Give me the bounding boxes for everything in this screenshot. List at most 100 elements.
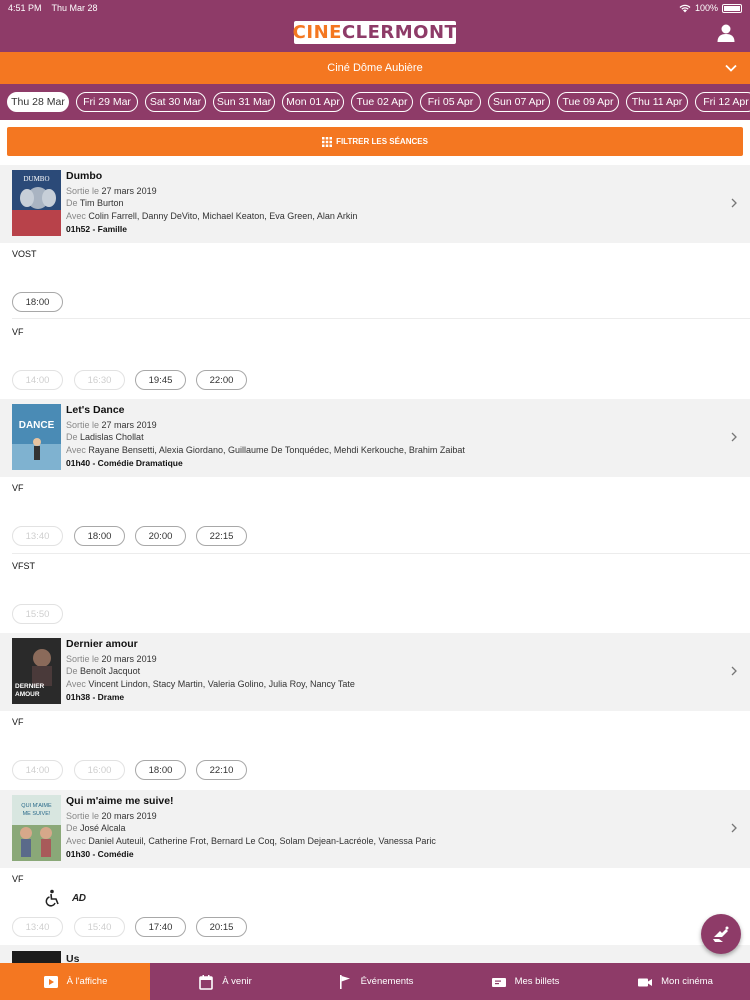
date-pill[interactable]: Fri 12 Apr [695,92,750,112]
wifi-icon [679,4,691,12]
nav-events[interactable]: Événements [300,963,450,1000]
movie-poster: DERNIER AMOUR [12,638,61,704]
movie-card[interactable]: Us [0,945,750,965]
showtime-button[interactable]: 20:15 [196,917,247,937]
showtime-button[interactable]: 19:45 [135,370,186,390]
filter-label: FILTRER LES SÉANCES [336,137,428,146]
movie-title: Qui m'aime me suive! [66,795,174,807]
movie-info: Qui m'aime me suive! Sortie le 20 mars 2… [66,795,436,859]
nav-coming-soon[interactable]: À venir [150,963,300,1000]
date-pill[interactable]: Mon 01 Apr [282,92,344,112]
showtime-button[interactable]: 18:00 [12,292,63,312]
release-date: 20 mars 2019 [101,810,157,821]
promo-fab-button[interactable] [701,914,741,954]
showtime-button: 15:50 [12,604,63,624]
filter-grid-icon [322,136,333,147]
user-account-icon[interactable] [716,23,736,43]
version-label: VFST [12,561,36,571]
camera-icon [638,978,653,986]
movie-title: Dumbo [66,170,103,182]
status-time: 4:51 PM [8,3,42,13]
calendar-icon [199,974,214,990]
ticket-hand-icon [713,926,729,942]
status-bar: 4:51 PM Thu Mar 28 100% [0,0,750,16]
showtime-button: 14:00 [12,370,63,390]
svg-text:DANCE: DANCE [19,420,55,431]
cast: Rayane Bensetti, Alexia Giordano, Guilla… [88,445,465,456]
cast: Vincent Lindon, Stacy Martin, Valeria Go… [88,679,355,690]
version-label: VOST [12,249,37,259]
cinema-selector[interactable]: Ciné Dôme Aubière [0,52,750,84]
battery-percent: 100% [694,3,718,13]
date-pill[interactable]: Tue 02 Apr [351,92,413,112]
date-pill[interactable]: Sat 30 Mar [145,92,206,112]
version-label: VF [12,717,24,727]
showtime-button[interactable]: 20:00 [135,526,186,546]
divider [12,553,750,554]
showtime-button: 16:00 [74,760,125,780]
date-pill[interactable]: Fri 29 Mar [76,92,138,112]
showtime-button[interactable]: 22:15 [196,526,247,546]
svg-text:ME SUIVE!: ME SUIVE! [23,811,51,817]
svg-text:AMOUR: AMOUR [15,691,40,698]
movie-card[interactable]: DANCE Let's Dance Sortie le 27 mars 2019… [0,399,750,477]
showtime-button[interactable]: 18:00 [74,526,125,546]
version-label: VF [12,327,24,337]
status-date: Thu Mar 28 [51,3,98,13]
wheelchair-icon [45,889,59,907]
showtime-button[interactable]: 17:40 [135,917,186,937]
battery-icon [722,3,742,13]
movie-info: Dernier amour Sortie le 20 mars 2019 De … [66,638,355,702]
duration-genre: 01h30 - Comédie [66,848,134,859]
ticket-icon [491,977,506,987]
accessibility-icons: AD [44,889,86,907]
movie-poster: DANCE [12,404,61,470]
date-selector: Thu 28 Mar Fri 29 Mar Sat 30 Mar Sun 31 … [0,84,750,120]
date-pill[interactable]: Thu 28 Mar [7,92,69,112]
nav-my-tickets[interactable]: Mes billets [450,963,600,1000]
date-pill[interactable]: Sun 31 Mar [213,92,275,112]
showtime-button: 14:00 [12,760,63,780]
cast: Colin Farrell, Danny DeVito, Michael Kea… [88,211,358,222]
date-pill[interactable]: Tue 09 Apr [557,92,619,112]
nav-my-cinema[interactable]: Mon cinéma [600,963,750,1000]
date-pill[interactable]: Fri 05 Apr [420,92,481,112]
nav-label: Mes billets [514,976,560,987]
duration-genre: 01h38 - Drame [66,691,125,702]
release-date: 27 mars 2019 [101,185,157,196]
chevron-right-icon [731,198,737,208]
app-header: CINE CLERMONT [0,16,750,52]
version-label: VF [12,874,24,884]
svg-text:DERNIER: DERNIER [15,683,45,690]
cast: Daniel Auteuil, Catherine Frot, Bernard … [88,836,436,847]
chevron-right-icon [731,823,737,833]
director: Ladislas Chollat [80,432,144,443]
date-pill[interactable]: Thu 11 Apr [626,92,688,112]
filter-sessions-button[interactable]: FILTRER LES SÉANCES [7,127,743,156]
duration-genre: 01h40 - Comédie Dramatique [66,457,183,468]
cineclermont-logo: CINE CLERMONT [292,21,458,44]
showtime-button: 16:30 [74,370,125,390]
movie-info: Let's Dance Sortie le 27 mars 2019 De La… [66,404,465,468]
showtime-button[interactable]: 18:00 [135,760,186,780]
version-label: VF [12,483,24,493]
showtime-button: 15:40 [74,917,125,937]
showtime-button: 13:40 [12,526,63,546]
movie-card[interactable]: DUMBO Dumbo Sortie le 27 mars 2019 De Ti… [0,165,750,243]
divider [12,318,750,319]
director: Tim Burton [79,198,124,209]
audio-description-icon: AD [72,892,86,904]
movie-card[interactable]: DERNIER AMOUR Dernier amour Sortie le 20… [0,633,750,711]
date-pill[interactable]: Sun 07 Apr [488,92,550,112]
svg-text:DUMBO: DUMBO [23,175,49,183]
movie-poster: QUI M'AIME ME SUIVE! [12,795,61,861]
film-icon [43,975,58,988]
showtime-button[interactable]: 22:10 [196,760,247,780]
release-date: 20 mars 2019 [101,653,157,664]
chevron-right-icon [731,432,737,442]
nav-label: À venir [222,976,252,987]
showtime-button[interactable]: 22:00 [196,370,247,390]
director: Benoît Jacquot [80,666,141,677]
movie-card[interactable]: QUI M'AIME ME SUIVE! Qui m'aime me suive… [0,790,750,868]
nav-now-showing[interactable]: À l'affiche [0,963,150,1000]
